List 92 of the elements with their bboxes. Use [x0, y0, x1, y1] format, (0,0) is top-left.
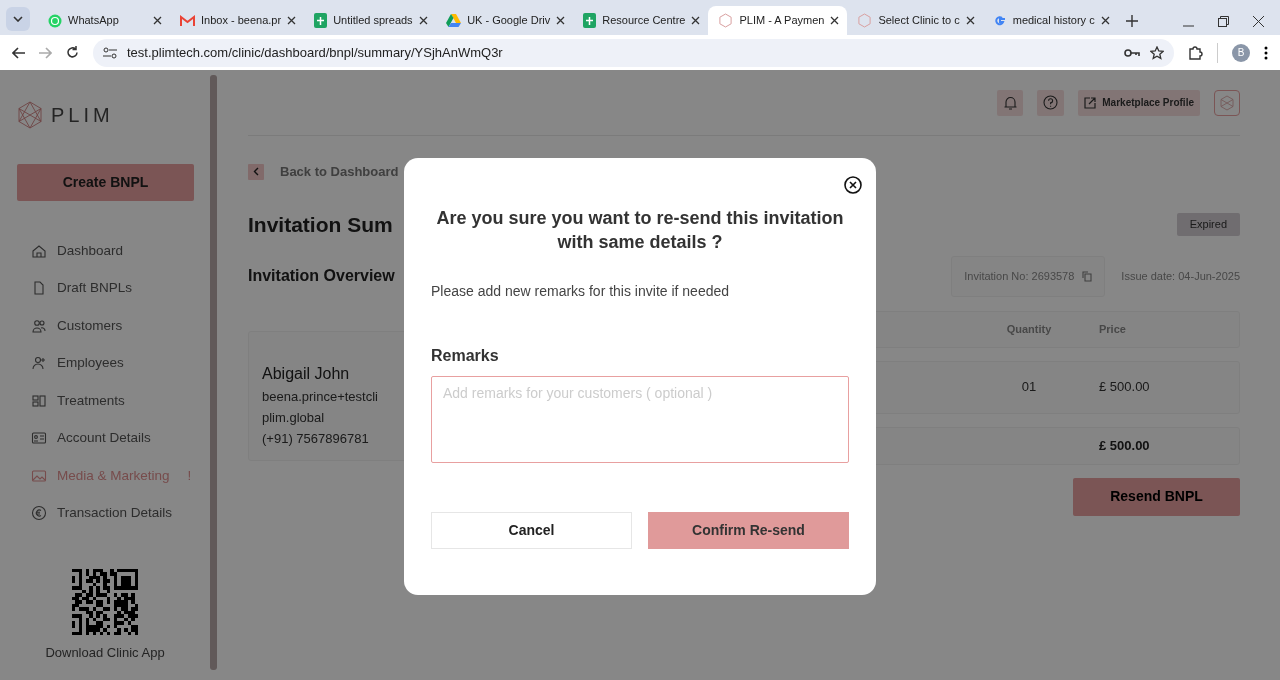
- browser-tab[interactable]: UK - Google Driv: [436, 6, 574, 35]
- close-icon[interactable]: [830, 16, 840, 25]
- cancel-button[interactable]: Cancel: [431, 512, 632, 549]
- key-icon[interactable]: [1124, 47, 1140, 58]
- id-card-icon: [31, 430, 47, 447]
- spreadsheet-icon: [583, 13, 597, 28]
- nav-item[interactable]: Account Details: [17, 419, 204, 457]
- customer-detail: (+91) 7567896781: [262, 430, 369, 446]
- close-icon[interactable]: [691, 16, 701, 25]
- scrollbar[interactable]: [210, 75, 217, 670]
- page-title: Invitation Sum: [248, 211, 393, 238]
- chat-icon: [48, 13, 62, 28]
- browser-tab[interactable]: medical history c: [982, 6, 1118, 35]
- browser-tab[interactable]: PLIM - A Paymen: [708, 6, 848, 35]
- address-bar[interactable]: test.plimtech.com/clinic/dashboard/bnpl/summary/YSjhAnWmQ3r: [93, 38, 1174, 67]
- back-arrow-icon[interactable]: [12, 46, 25, 59]
- caret-icon: [13, 16, 23, 22]
- dialog-message: Please add new remarks for this invite if needed: [431, 282, 731, 301]
- resend-bnpl-button[interactable]: Resend BNPL: [1073, 477, 1240, 516]
- help-icon: [1043, 95, 1059, 110]
- close-icon[interactable]: [419, 16, 429, 25]
- alert-mark: !: [187, 466, 192, 485]
- close-icon[interactable]: [287, 16, 297, 25]
- column-header: Quantity: [1005, 321, 1053, 337]
- back-link[interactable]: Back to Dashboard: [280, 162, 399, 182]
- grid-icon: [31, 392, 47, 409]
- marketplace-profile-button[interactable]: Marketplace Profile: [1078, 89, 1200, 116]
- browser-tab[interactable]: WhatsApp: [38, 6, 170, 35]
- bell-icon: [1003, 95, 1017, 110]
- spreadsheet-icon: [314, 13, 328, 28]
- table-cell-text: £ 500.00: [1099, 378, 1151, 397]
- status-badge: Expired: [1176, 213, 1240, 236]
- browser-tab[interactable]: Resource Centre: [573, 6, 709, 35]
- nav-item[interactable]: Dashboard: [17, 232, 204, 270]
- hexagon-logo-icon: [17, 101, 43, 129]
- nav-item[interactable]: Employees: [17, 344, 204, 382]
- image-icon: [31, 467, 47, 484]
- table-cell-text: 01: [1020, 378, 1038, 397]
- add-person-icon: [31, 355, 47, 372]
- notification-button[interactable]: [997, 89, 1024, 116]
- url-text: test.plimtech.com/clinic/dashboard/bnpl/summary/YSjhAnWmQ3r: [127, 43, 503, 62]
- hexagon-logo-icon: [857, 13, 873, 28]
- nav-item[interactable]: Treatments: [17, 382, 204, 420]
- new-tab-icon[interactable]: [1125, 15, 1138, 27]
- qr-caption: Download Clinic App: [45, 643, 165, 662]
- profile-avatar[interactable]: B: [1232, 43, 1250, 62]
- nav-item[interactable]: Draft BNPLs: [17, 269, 204, 307]
- issue-date: Issue date: 04-Jun-2025: [1121, 269, 1240, 284]
- customer-name: Abigail John: [262, 364, 350, 382]
- nav-item[interactable]: Media & Marketing !: [17, 457, 204, 495]
- star-icon[interactable]: [1150, 45, 1164, 60]
- close-icon[interactable]: [1100, 16, 1110, 25]
- create-bnpl-button[interactable]: Create BNPL: [17, 164, 194, 201]
- qr-code: [72, 568, 138, 635]
- confirm-resend-button[interactable]: Confirm Re-send: [648, 512, 849, 549]
- back-button[interactable]: [248, 163, 264, 180]
- dialog-title: Are you sure you want to re-send this invitation with same details ?: [435, 207, 845, 254]
- close-icon[interactable]: [1253, 16, 1264, 27]
- triangle-icon: [446, 14, 462, 27]
- help-button[interactable]: [1037, 89, 1065, 116]
- external-link-icon: [1084, 96, 1097, 109]
- site-settings-icon[interactable]: [103, 46, 117, 59]
- people-icon: [31, 317, 47, 334]
- mail-icon: [180, 14, 195, 27]
- hexagon-logo-icon: [718, 13, 734, 28]
- reload-icon[interactable]: [66, 46, 79, 59]
- euro-coin-icon: [31, 505, 47, 522]
- column-header: Price: [1099, 321, 1127, 337]
- browser-tab[interactable]: Select Clinic to c: [847, 6, 983, 35]
- invitation-number: Invitation No: 2693578: [964, 269, 1075, 284]
- section-title: Invitation Overview: [248, 266, 395, 287]
- close-icon[interactable]: [556, 16, 566, 25]
- nav-item[interactable]: Transaction Details: [17, 494, 204, 532]
- close-icon[interactable]: [844, 176, 862, 194]
- close-icon[interactable]: [965, 16, 975, 25]
- more-icon[interactable]: [1264, 45, 1268, 60]
- customer-detail: plim.global: [262, 409, 325, 425]
- restore-icon[interactable]: [1218, 16, 1229, 27]
- browser-tab[interactable]: Inbox - beena.pr: [170, 6, 305, 35]
- puzzle-icon[interactable]: [1188, 45, 1203, 60]
- remarks-label: Remarks: [431, 346, 500, 366]
- chevron-left-icon: [253, 167, 259, 177]
- close-icon[interactable]: [153, 16, 162, 25]
- tab-list-button[interactable]: [6, 7, 30, 31]
- nav-item[interactable]: Customers: [17, 307, 204, 345]
- browser-tab[interactable]: Untitled spreads: [304, 6, 437, 35]
- document-icon: [31, 280, 47, 297]
- customer-detail: beena.prince+testcli: [262, 388, 378, 404]
- logo-text: PLIM: [51, 103, 114, 128]
- total-amount: £ 500.00: [1099, 436, 1151, 455]
- hexagon-logo-icon: [1219, 94, 1235, 111]
- g-logo-icon: [992, 13, 1007, 28]
